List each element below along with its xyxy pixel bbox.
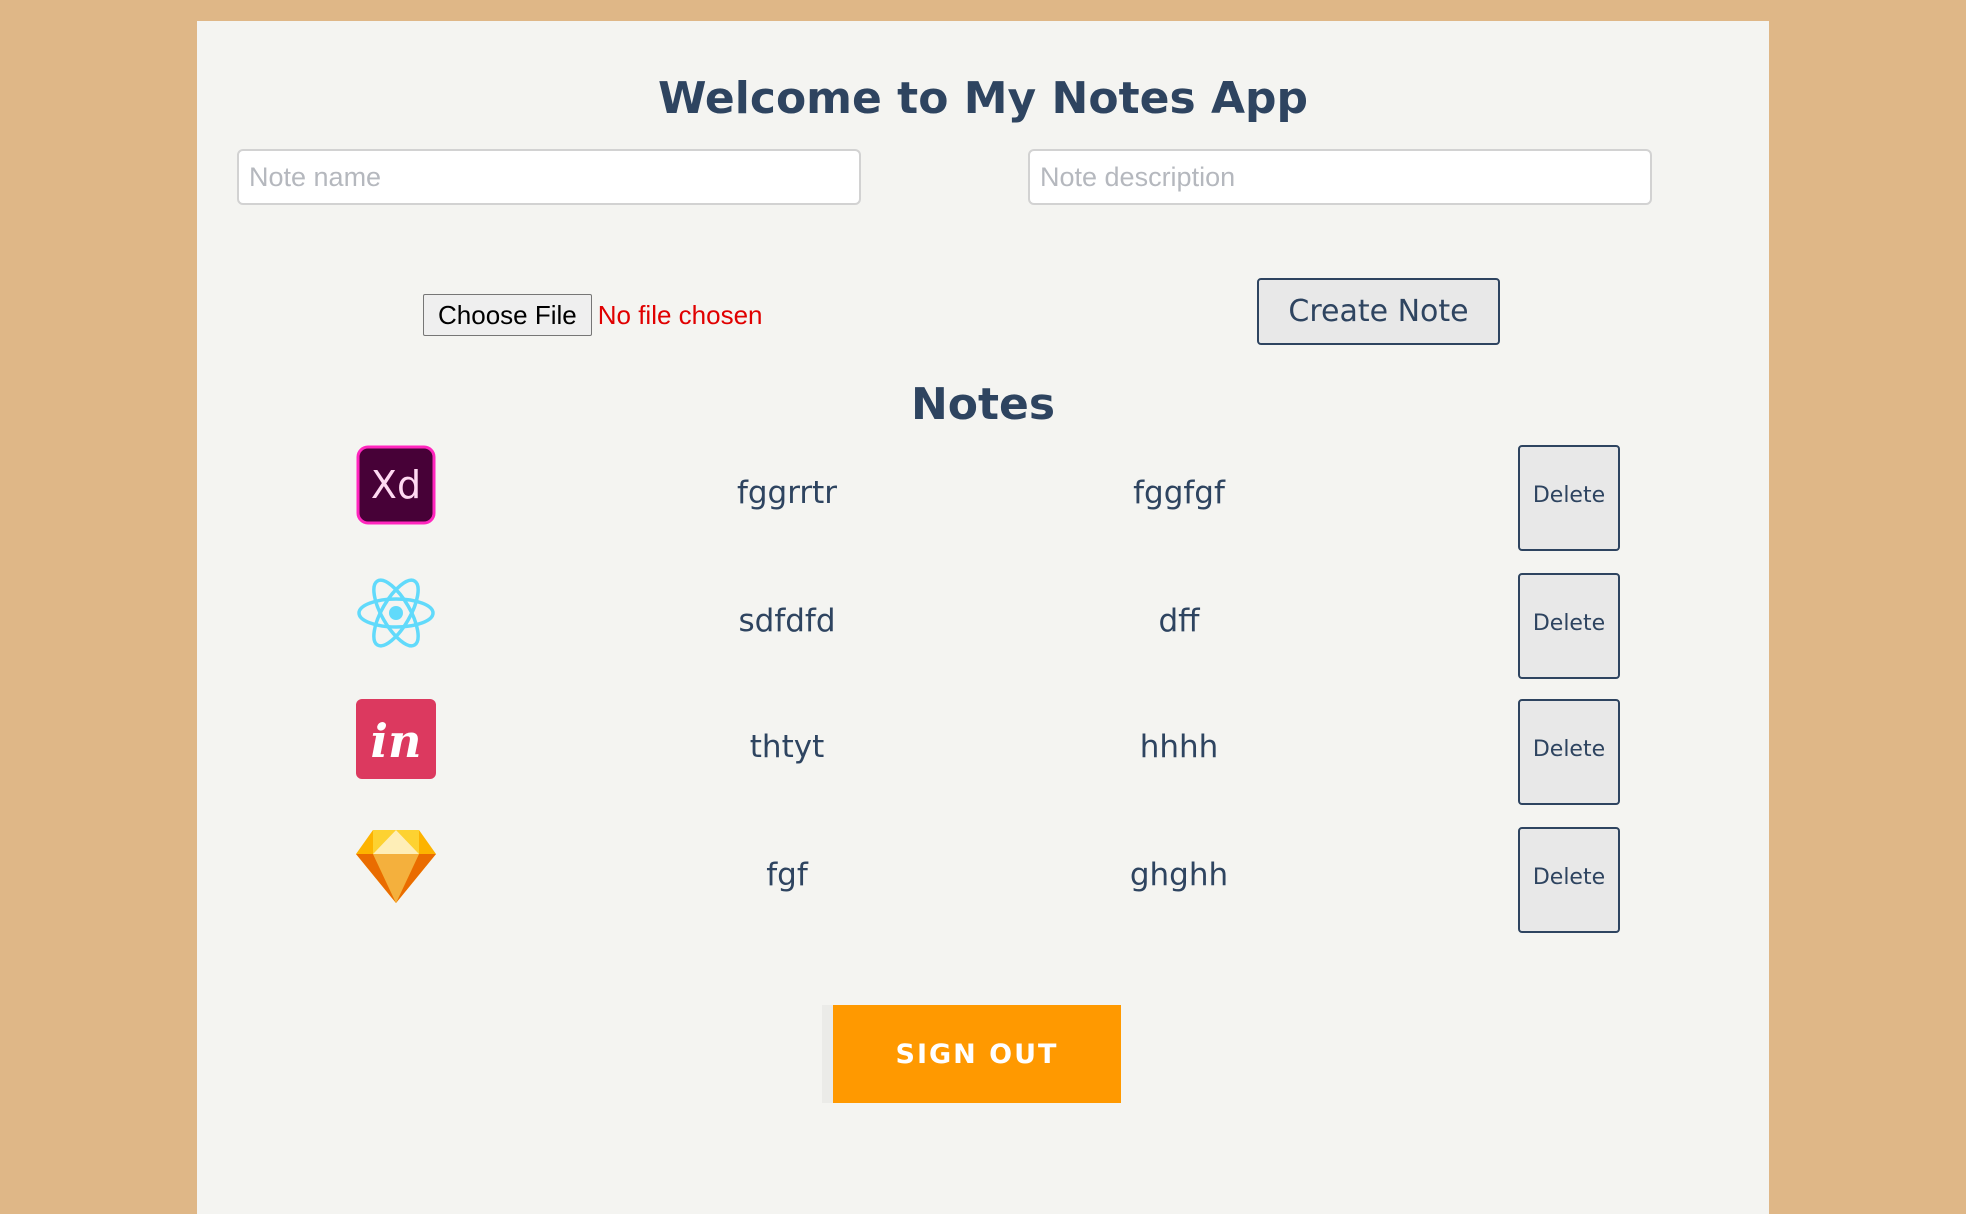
note-name: sdfdfd <box>738 603 836 639</box>
note-row: in thtyt hhhh Delete <box>197 699 1769 807</box>
notes-app-card: Welcome to My Notes App Choose File No f… <box>197 21 1769 1214</box>
notes-section-title: Notes <box>910 379 1056 430</box>
sketch-icon <box>356 830 436 903</box>
react-icon <box>357 578 435 648</box>
note-row: sdfdfd dff Delete <box>197 573 1769 681</box>
svg-text:Xd: Xd <box>371 463 421 507</box>
note-name-input[interactable] <box>237 149 861 205</box>
create-note-button[interactable]: Create Note <box>1257 278 1500 345</box>
invision-icon: in <box>356 699 436 779</box>
note-name: fgf <box>766 857 808 893</box>
delete-note-button[interactable]: Delete <box>1518 827 1620 933</box>
note-description: dff <box>1158 603 1200 639</box>
page-title: Welcome to My Notes App <box>657 73 1309 124</box>
note-description: hhhh <box>1139 729 1219 765</box>
note-description: fggfgf <box>1133 475 1225 511</box>
note-row: Xd fggrrtr fggfgf Delete <box>197 445 1769 553</box>
file-status-text: No file chosen <box>597 299 763 330</box>
choose-file-button[interactable]: Choose File <box>423 294 592 336</box>
delete-note-button[interactable]: Delete <box>1518 445 1620 551</box>
note-description-input[interactable] <box>1028 149 1652 205</box>
sign-out-button[interactable]: SIGN OUT <box>833 1005 1121 1103</box>
svg-text:in: in <box>371 714 422 768</box>
note-name: thtyt <box>749 729 825 765</box>
delete-note-button[interactable]: Delete <box>1518 573 1620 679</box>
adobe-xd-icon: Xd <box>356 445 436 525</box>
file-picker: Choose File No file chosen <box>423 293 763 337</box>
delete-note-button[interactable]: Delete <box>1518 699 1620 805</box>
note-row: fgf ghghh Delete <box>197 827 1769 935</box>
note-name: fggrrtr <box>736 475 838 511</box>
note-description: ghghh <box>1129 857 1229 893</box>
